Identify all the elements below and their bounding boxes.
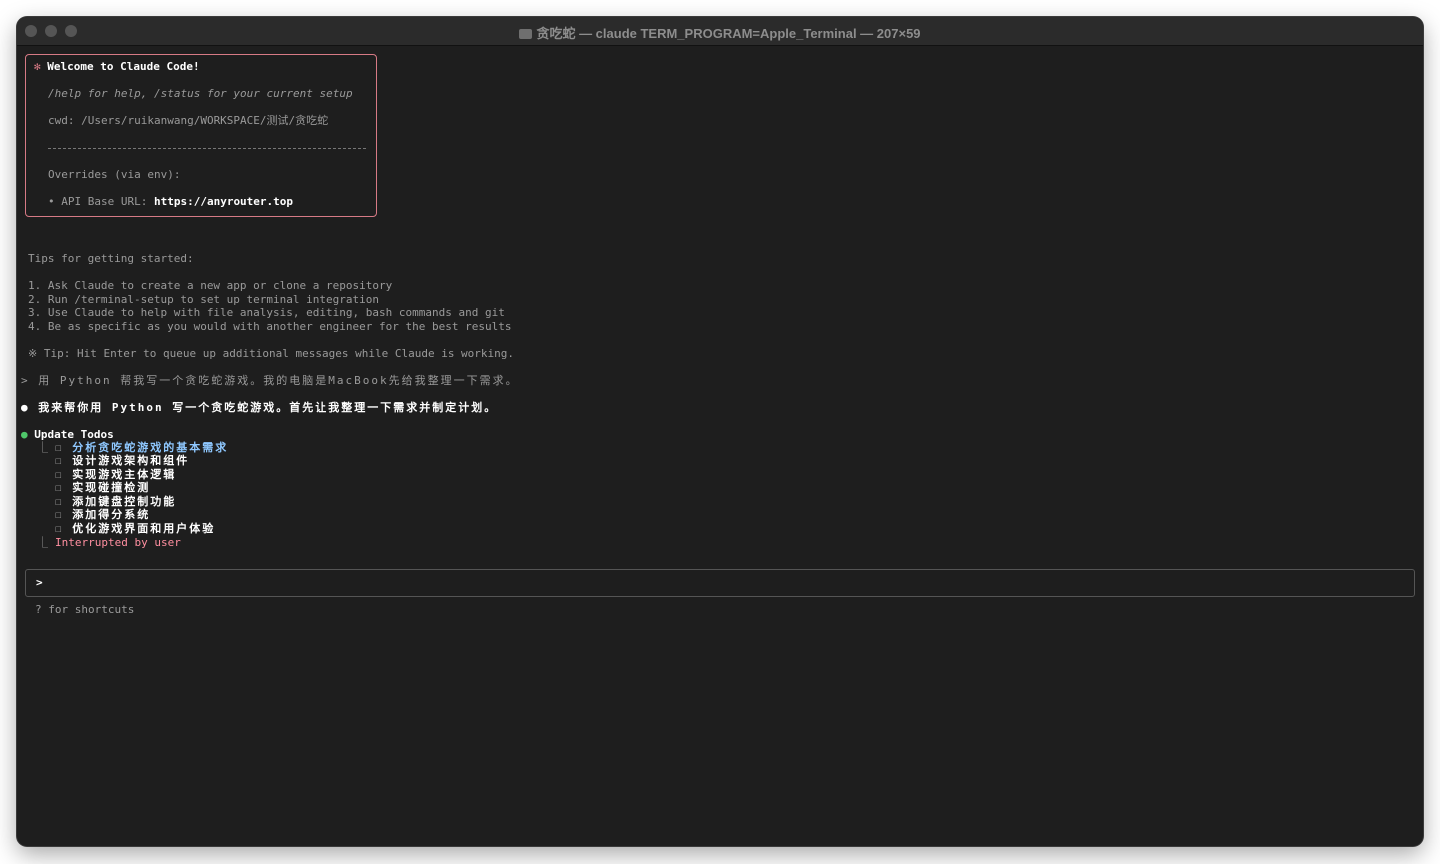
checkbox-icon: ☐ [55,441,64,454]
todo-text: 实现碰撞检测 [72,481,151,494]
divider [48,148,366,149]
todo-text: 实现游戏主体逻辑 [72,468,177,481]
checkbox-icon: ☐ [55,522,64,535]
tip-number: 2. [28,293,42,306]
tip-number: 4. [28,320,42,333]
tips-heading: Tips for getting started: [28,252,194,265]
api-base-label: • API Base URL: [48,195,154,208]
tip-item: 2. Run /terminal-setup to set up termina… [28,293,379,307]
checkbox-icon: ☐ [55,481,64,494]
interrupted-text: Interrupted by user [55,536,181,549]
terminal-content[interactable]: ✻ Welcome to Claude Code! /help for help… [17,46,1423,846]
checkbox-icon: ☐ [55,454,64,467]
welcome-suffix: ! [192,60,200,73]
cwd-text: cwd: /Users/ruikanwang/WORKSPACE/测试/贪吃蛇 [48,114,329,127]
assistant-reply: 我来帮你用 Python 写一个贪吃蛇游戏。首先让我整理一下需求并制定计划。 [38,401,498,414]
todo-text: 分析贪吃蛇游戏的基本需求 [72,441,229,454]
tip-item: 4. Be as specific as you would with anot… [28,320,511,334]
todo-item: ☐ 实现游戏主体逻辑 [55,468,176,482]
todos-header: ● Update Todos [21,428,114,442]
todo-text: 添加键盘控制功能 [72,495,177,508]
todo-item: ☐ 实现碰撞检测 [55,481,150,495]
todo-text: 设计游戏架构和组件 [72,454,190,467]
todos-bullet-icon: ● [21,428,28,441]
assistant-bullet-icon: ● [21,401,30,414]
checkbox-icon: ☐ [55,468,64,481]
checkbox-icon: ☐ [55,495,64,508]
prompt-caret: > [36,576,43,589]
folder-icon [519,29,533,39]
todo-text: 优化游戏界面和用户体验 [72,522,216,535]
terminal-window: 贪吃蛇 — claude TERM_PROGRAM=Apple_Terminal… [17,17,1423,846]
shortcuts-hint: ? for shortcuts [35,603,135,616]
welcome-line: ✻ Welcome to Claude Code! [34,60,200,74]
title-bar[interactable]: 贪吃蛇 — claude TERM_PROGRAM=Apple_Terminal… [17,17,1423,46]
tip-text: Run /terminal-setup to set up terminal i… [41,293,380,306]
api-base-line: • API Base URL: https://anyrouter.top [48,195,293,209]
todo-text: 添加得分系统 [72,508,151,521]
interrupted-branch-icon: ⎿ [37,536,48,549]
window-title: 贪吃蛇 — claude TERM_PROGRAM=Apple_Terminal… [536,26,921,41]
prompt-input[interactable]: > [25,569,1415,597]
todo-item: ☐ 设计游戏架构和组件 [55,454,189,468]
star-icon: ✻ [34,60,41,73]
tip-item: 1. Ask Claude to create a new app or clo… [28,279,392,293]
tip-hint: ※ Tip: Hit Enter to queue up additional … [28,347,515,360]
todos-title: Update Todos [34,428,114,441]
welcome-prefix: Welcome to [47,60,121,73]
tip-number: 3. [28,306,42,319]
overrides-title: Overrides (via env): [48,168,181,181]
assistant-reply-line: ● 我来帮你用 Python 写一个贪吃蛇游戏。首先让我整理一下需求并制定计划。 [21,401,497,415]
welcome-box: ✻ Welcome to Claude Code! /help for help… [25,54,377,217]
todo-item: ☐ 添加得分系统 [55,508,150,522]
user-prompt: > 用 Python 帮我写一个贪吃蛇游戏。我的电脑是MacBook先给我整理一… [21,374,519,387]
welcome-product: Claude Code [120,60,193,73]
tip-item: 3. Use Claude to help with file analysis… [28,306,505,320]
todo-item: ☐ 分析贪吃蛇游戏的基本需求 [55,441,228,455]
todo-item: ☐ 优化游戏界面和用户体验 [55,522,215,536]
todo-branch-icon: ⎿ [37,441,48,454]
tip-text: Be as specific as you would with another… [41,320,512,333]
tip-text: Use Claude to help with file analysis, e… [41,306,505,319]
api-base-url: https://anyrouter.top [153,195,294,208]
text-cursor [48,576,49,589]
tip-text: Ask Claude to create a new app or clone … [41,279,393,292]
help-text: /help for help, /status for your current… [48,87,353,100]
window-title-container: 贪吃蛇 — claude TERM_PROGRAM=Apple_Terminal… [17,23,1423,42]
tip-number: 1. [28,279,42,292]
checkbox-icon: ☐ [55,508,64,521]
todo-item: ☐ 添加键盘控制功能 [55,495,176,509]
